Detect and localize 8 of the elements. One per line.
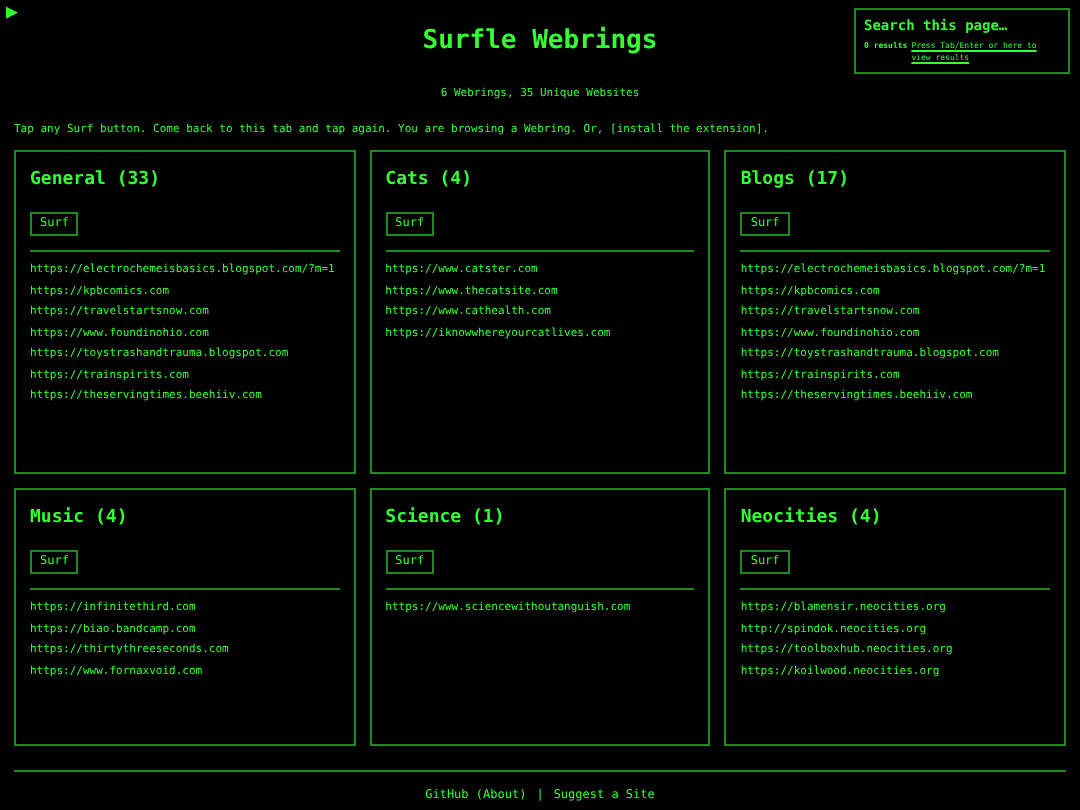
webring-title: Science (1) — [385, 506, 507, 530]
webring-title: Music (4) — [30, 506, 130, 530]
page-title: Surfle Webrings — [422, 26, 658, 58]
webring-title: General (33) — [30, 168, 163, 192]
play-icon[interactable]: ▶ — [6, 2, 19, 26]
webring-title: Blogs (17) — [740, 168, 852, 192]
webring-title: Neocities (4) — [740, 506, 884, 530]
webring-title: Cats (4) — [385, 168, 475, 192]
